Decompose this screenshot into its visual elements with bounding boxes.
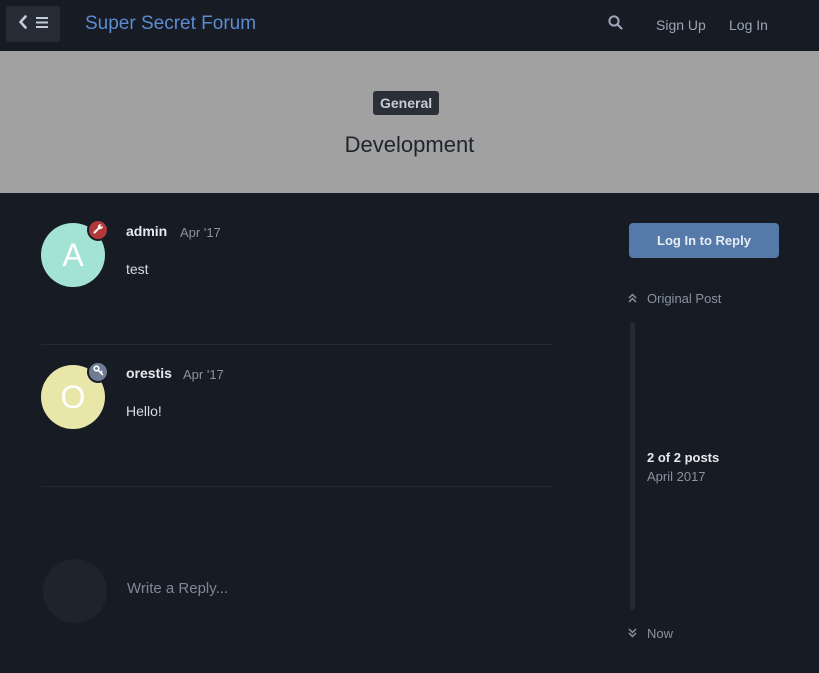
post-divider <box>41 344 553 345</box>
search-button[interactable] <box>604 14 626 36</box>
search-icon <box>607 15 623 35</box>
original-post-link[interactable]: Original Post <box>628 291 721 306</box>
post-body: test <box>126 261 149 277</box>
scrubber-track[interactable] <box>630 322 635 610</box>
reply-avatar <box>43 559 107 623</box>
tag-general[interactable]: General <box>373 91 440 115</box>
now-link[interactable]: Now <box>628 626 673 641</box>
scrubber-count: 2 of 2 posts <box>647 450 720 465</box>
post-divider <box>41 486 553 487</box>
post-body: Hello! <box>126 403 162 419</box>
wrench-icon <box>93 221 104 239</box>
double-chevron-up-icon <box>628 291 637 306</box>
post-orestis: O orestis Apr '17 Hello! <box>41 361 553 465</box>
log-in-link[interactable]: Log In <box>729 17 768 33</box>
original-post-label: Original Post <box>647 291 722 306</box>
post-username[interactable]: orestis <box>126 365 172 381</box>
discussion-title: Development <box>344 132 475 157</box>
header: Super Secret Forum Sign Up Log In <box>0 0 819 51</box>
scrubber-date: April 2017 <box>647 469 706 484</box>
sign-up-link[interactable]: Sign Up <box>656 17 706 33</box>
admin-badge <box>87 219 109 241</box>
forum-title[interactable]: Super Secret Forum <box>85 13 256 35</box>
discussion-hero: General Development <box>0 51 819 193</box>
key-icon <box>92 363 104 381</box>
avatar-letter: A <box>62 236 84 273</box>
post-date[interactable]: Apr '17 <box>183 367 224 382</box>
double-chevron-down-icon <box>628 626 637 641</box>
post-date[interactable]: Apr '17 <box>180 225 221 240</box>
chevron-left-icon <box>18 14 28 34</box>
post-username[interactable]: admin <box>126 223 167 239</box>
post-admin: A admin Apr '17 test <box>41 219 553 323</box>
avatar-letter: O <box>60 378 86 415</box>
log-in-to-reply-button[interactable]: Log In to Reply <box>629 223 779 258</box>
reply-placeholder[interactable]: Write a Reply... <box>127 580 228 597</box>
mod-badge <box>87 361 109 383</box>
now-label: Now <box>647 626 674 641</box>
menu-icon <box>36 15 48 33</box>
back-menu-button[interactable] <box>6 6 60 42</box>
